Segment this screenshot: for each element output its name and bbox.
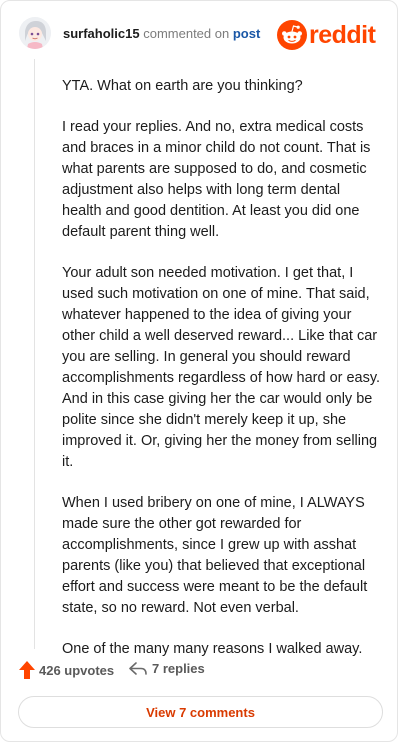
username-link[interactable]: surfaholic15 xyxy=(63,26,140,41)
action-text: commented on xyxy=(143,26,230,41)
view-comments-button[interactable]: View 7 comments xyxy=(18,696,383,728)
comment-meta: surfaholic15 commented on post xyxy=(63,26,260,42)
replies-button[interactable]: 7 replies xyxy=(129,661,205,676)
comment-card: surfaholic15 commented on post reddit YT… xyxy=(0,0,398,742)
comment-footer: 426 upvotes 7 replies xyxy=(19,661,379,683)
post-link[interactable]: post xyxy=(233,26,260,41)
comment-paragraph: YTA. What on earth are you thinking? xyxy=(62,78,303,94)
comment-paragraph: Your adult son needed motivation. I get … xyxy=(62,265,381,470)
reddit-snoo-icon xyxy=(277,20,307,50)
comment-body: YTA. What on earth are you thinking? I r… xyxy=(62,76,382,680)
comment-paragraph: When I used bribery on one of mine, I AL… xyxy=(62,495,368,616)
reply-arrow-icon xyxy=(129,661,147,675)
upvote-count: 426 upvotes xyxy=(39,662,115,678)
replies-count: 7 replies xyxy=(152,661,205,676)
upvote-arrow-icon xyxy=(19,661,35,679)
comment-header: surfaholic15 commented on post reddit xyxy=(19,17,381,53)
avatar[interactable] xyxy=(19,17,51,49)
comment-paragraph: I read your replies. And no, extra medic… xyxy=(62,119,371,240)
thread-line xyxy=(34,59,35,649)
reddit-logo[interactable]: reddit xyxy=(277,20,381,50)
upvote-button[interactable]: 426 upvotes xyxy=(19,661,114,679)
reddit-wordmark: reddit xyxy=(309,21,376,49)
comment-paragraph: One of the many many reasons I walked aw… xyxy=(62,641,363,657)
